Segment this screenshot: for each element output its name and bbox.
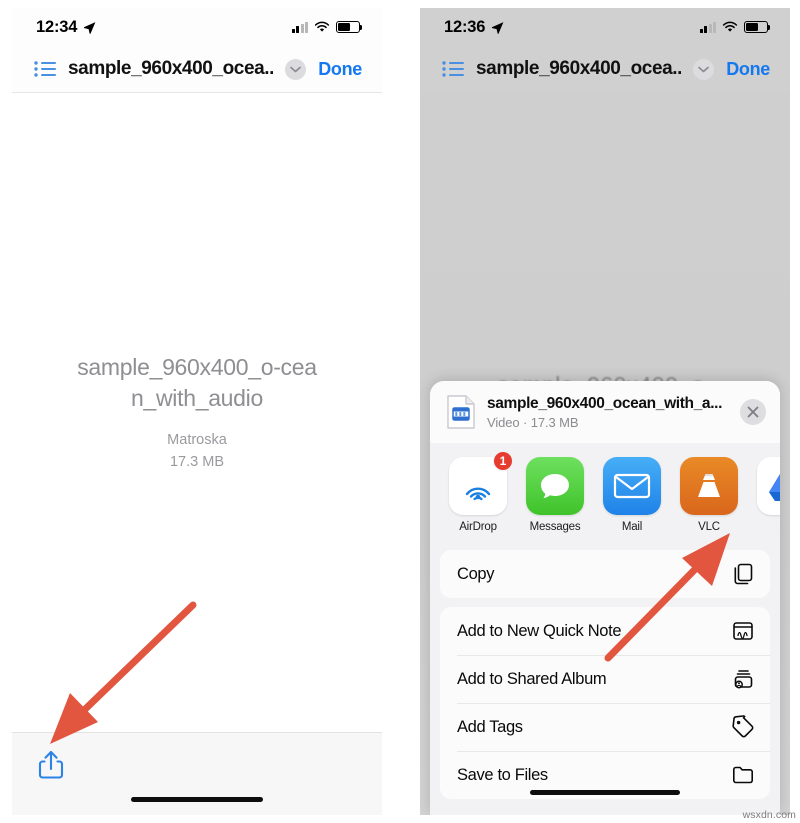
watermark: wsxdn.com bbox=[742, 809, 796, 821]
phone-panel-left: 12:34 sample_960x400_ocea... Done sample… bbox=[12, 8, 382, 815]
folder-icon bbox=[733, 766, 753, 784]
nav-title: sample_960x400_ocea... bbox=[476, 58, 682, 79]
airdrop-badge: 1 bbox=[493, 451, 513, 471]
status-right-group-right bbox=[699, 21, 771, 33]
video-document-icon bbox=[447, 395, 475, 429]
nav-bar-left: sample_960x400_ocea... Done bbox=[12, 46, 382, 92]
app-label: Mail bbox=[621, 521, 643, 533]
bottom-toolbar-left bbox=[12, 732, 382, 815]
share-actions-group-2: Add to New Quick Note Add to Shared Albu… bbox=[440, 607, 770, 799]
chevron-down-icon[interactable] bbox=[693, 58, 715, 80]
share-sheet-filename: sample_960x400_ocean_with_a... bbox=[487, 394, 723, 412]
mail-icon[interactable] bbox=[603, 457, 661, 515]
preview-meta: Matroska 17.3 MB bbox=[167, 430, 227, 474]
app-label: VLC bbox=[698, 521, 720, 533]
action-label: Add Tags bbox=[457, 717, 523, 736]
share-icon[interactable] bbox=[38, 749, 64, 781]
action-add-tags[interactable]: Add Tags bbox=[440, 703, 770, 751]
list-bullet-icon[interactable] bbox=[34, 61, 56, 77]
nav-title: sample_960x400_ocea... bbox=[68, 58, 274, 79]
app-airdrop[interactable]: 1 AirDrop bbox=[448, 451, 513, 533]
chevron-down-icon[interactable] bbox=[285, 58, 307, 80]
home-indicator-right bbox=[530, 790, 680, 795]
wifi-icon bbox=[722, 21, 738, 32]
close-icon[interactable] bbox=[740, 399, 766, 425]
app-label: Messages bbox=[529, 521, 581, 533]
google-drive-icon[interactable] bbox=[757, 457, 780, 515]
quick-note-icon bbox=[733, 622, 753, 640]
action-label: Add to Shared Album bbox=[457, 669, 607, 688]
app-mail[interactable]: Mail bbox=[602, 457, 662, 533]
vlc-app-icon[interactable] bbox=[680, 457, 738, 515]
battery-icon bbox=[336, 21, 363, 33]
shared-album-icon bbox=[734, 670, 753, 689]
status-right-group bbox=[291, 21, 363, 33]
share-sheet: sample_960x400_ocean_with_a... Video · 1… bbox=[430, 381, 780, 815]
cellular-bars-icon bbox=[291, 21, 308, 33]
action-label: Save to Files bbox=[457, 765, 548, 784]
status-left-group-right: 12:36 bbox=[444, 18, 504, 37]
status-time: 12:34 bbox=[36, 17, 78, 36]
location-arrow-icon bbox=[84, 21, 96, 34]
location-arrow-icon bbox=[492, 21, 504, 34]
cellular-bars-icon bbox=[699, 21, 716, 33]
action-add-shared-album[interactable]: Add to Shared Album bbox=[440, 655, 770, 703]
share-sheet-header: sample_960x400_ocean_with_a... Video · 1… bbox=[430, 381, 780, 443]
wifi-icon bbox=[314, 21, 330, 32]
file-preview-left: sample_960x400_o-cean_with_audio Matrosk… bbox=[12, 93, 382, 733]
action-copy[interactable]: Copy bbox=[440, 550, 770, 598]
app-messages[interactable]: Messages bbox=[525, 457, 585, 533]
screenshot-stage: 12:34 sample_960x400_ocea... Done sample… bbox=[0, 0, 800, 823]
action-label: Copy bbox=[457, 564, 495, 583]
tag-icon bbox=[732, 715, 754, 738]
action-label: Add to New Quick Note bbox=[457, 621, 622, 640]
copy-pages-icon bbox=[734, 563, 753, 585]
share-sheet-subtitle: Video · 17.3 MB bbox=[487, 414, 579, 430]
done-button[interactable]: Done bbox=[726, 59, 770, 80]
phone-panel-right: 12:36 sample_960x400_ocea... Done sample… bbox=[420, 8, 790, 815]
app-drive[interactable]: D bbox=[756, 457, 780, 533]
done-button[interactable]: Done bbox=[318, 59, 362, 80]
status-time-right: 12:36 bbox=[444, 17, 486, 36]
status-left-group: 12:34 bbox=[36, 18, 96, 37]
share-apps-row: 1 AirDrop Messages Mail VLC bbox=[430, 443, 780, 541]
preview-format: Matroska bbox=[167, 432, 227, 449]
share-sheet-file-info: sample_960x400_ocean_with_a... Video · 1… bbox=[487, 395, 729, 430]
status-bar-left: 12:34 bbox=[12, 8, 382, 46]
airdrop-icon[interactable]: 1 bbox=[449, 451, 513, 515]
status-bar-right: 12:36 bbox=[420, 8, 790, 46]
app-vlc[interactable]: VLC bbox=[679, 457, 739, 533]
preview-filesize: 17.3 MB bbox=[169, 454, 224, 471]
nav-bar-right: sample_960x400_ocea... Done bbox=[420, 46, 790, 92]
battery-icon bbox=[744, 21, 771, 33]
home-indicator-left bbox=[131, 797, 263, 802]
list-bullet-icon[interactable] bbox=[442, 61, 464, 77]
action-add-quick-note[interactable]: Add to New Quick Note bbox=[440, 607, 770, 655]
preview-filename: sample_960x400_o-cean_with_audio bbox=[77, 354, 317, 412]
share-actions-group-1: Copy bbox=[440, 550, 770, 598]
messages-icon[interactable] bbox=[526, 457, 584, 515]
app-label: AirDrop bbox=[459, 521, 497, 533]
